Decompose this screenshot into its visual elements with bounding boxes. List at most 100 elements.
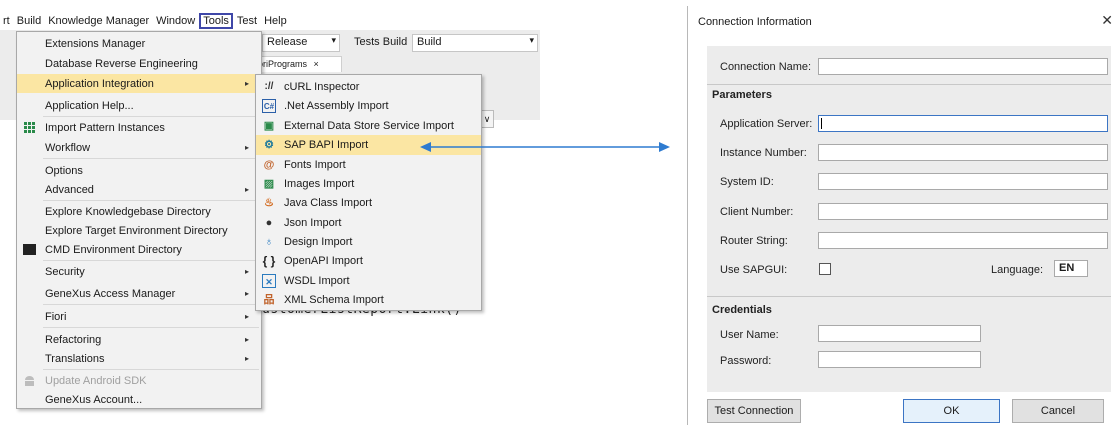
- system-id-field[interactable]: [818, 173, 1108, 190]
- router-string-label: Router String:: [720, 235, 788, 247]
- tools-menu: Extensions Manager Database Reverse Engi…: [16, 31, 262, 409]
- submenu-item-xml-schema-import[interactable]: 品 XML Schema Import: [256, 290, 481, 310]
- submenu-arrow-icon: ▸: [244, 312, 249, 321]
- tests-build-label: Tests Build: [354, 36, 408, 48]
- menu-item-label: Update Android SDK: [45, 374, 147, 387]
- images-icon: ▨: [263, 178, 275, 190]
- build-value: Build: [417, 36, 442, 48]
- menu-item-label: Database Reverse Engineering: [45, 57, 198, 70]
- menu-item-refactoring[interactable]: Refactoring ▸: [17, 330, 261, 349]
- menu-item-genexus-account[interactable]: GeneXus Account...: [17, 390, 261, 409]
- menu-insert[interactable]: rt: [0, 14, 13, 28]
- submenu-item-label: Design Import: [284, 235, 353, 248]
- menu-item-update-android-sdk: Update Android SDK: [17, 371, 261, 390]
- menu-item-label: Explore Knowledgebase Directory: [45, 205, 211, 218]
- group-divider: [707, 84, 1111, 85]
- submenu-item-wsdl-import[interactable]: ✕ WSDL Import: [256, 271, 481, 291]
- datastore-icon: ▣: [263, 120, 275, 132]
- menu-item-workflow[interactable]: Workflow ▸: [17, 138, 261, 157]
- menu-item-security[interactable]: Security ▸: [17, 262, 261, 281]
- openapi-icon: { }: [262, 254, 276, 268]
- menu-item-label: Security: [45, 265, 85, 278]
- double-arrow-connector: [420, 142, 670, 152]
- text-caret: [821, 118, 822, 129]
- menu-item-label: Fiori: [45, 310, 67, 323]
- menu-separator: [43, 116, 259, 117]
- cancel-button[interactable]: Cancel: [1012, 399, 1104, 423]
- menu-window[interactable]: Window: [153, 14, 198, 28]
- sap-bapi-icon: ⚙: [264, 139, 274, 151]
- menu-item-advanced[interactable]: Advanced ▸: [17, 180, 261, 199]
- submenu-item-external-data-store-service-import[interactable]: ▣ External Data Store Service Import: [256, 116, 481, 136]
- button-label: Cancel: [1040, 405, 1076, 417]
- menu-test[interactable]: Test: [234, 14, 260, 28]
- menu-item-application-help[interactable]: Application Help...: [17, 96, 261, 115]
- menu-build[interactable]: Build: [14, 14, 44, 28]
- menu-item-genexus-access-manager[interactable]: GeneXus Access Manager ▸: [17, 284, 261, 303]
- menu-item-database-reverse-engineering[interactable]: Database Reverse Engineering: [17, 54, 261, 73]
- button-label: Test Connection: [714, 405, 794, 417]
- submenu-item-curl-inspector[interactable]: :// cURL Inspector: [256, 77, 481, 97]
- user-name-label: User Name:: [720, 329, 779, 341]
- submenu-item-label: WSDL Import: [284, 274, 350, 287]
- menu-item-label: GeneXus Account...: [45, 393, 143, 406]
- configuration-select[interactable]: Release ▾: [262, 34, 340, 52]
- menu-item-translations[interactable]: Translations ▸: [17, 349, 261, 368]
- submenu-item-fonts-import[interactable]: @ Fonts Import: [256, 155, 481, 175]
- client-number-field[interactable]: [818, 203, 1108, 220]
- menu-item-explore-target-environment-directory[interactable]: Explore Target Environment Directory: [17, 221, 261, 240]
- submenu-item-images-import[interactable]: ▨ Images Import: [256, 174, 481, 194]
- user-name-field[interactable]: [818, 325, 981, 342]
- instance-number-field[interactable]: [818, 144, 1108, 161]
- menu-item-explore-knowledgebase-directory[interactable]: Explore Knowledgebase Directory: [17, 202, 261, 221]
- ok-button[interactable]: OK: [903, 399, 1000, 423]
- csharp-icon: C#: [262, 99, 276, 113]
- menu-item-application-integration[interactable]: Application Integration ▸: [17, 74, 261, 93]
- submenu-arrow-icon: ▸: [244, 79, 249, 88]
- router-string-field[interactable]: [818, 232, 1108, 249]
- build-select[interactable]: Build ▾: [412, 34, 538, 52]
- connection-name-field[interactable]: [818, 58, 1108, 75]
- application-server-label: Application Server:: [720, 118, 813, 130]
- submenu-item-java-class-import[interactable]: ♨ Java Class Import: [256, 193, 481, 213]
- submenu-item-openapi-import[interactable]: { } OpenAPI Import: [256, 251, 481, 271]
- submenu-arrow-icon: ▸: [244, 289, 249, 298]
- android-icon: [25, 376, 34, 386]
- password-field[interactable]: [818, 351, 981, 368]
- pattern-grid-icon: [24, 122, 35, 133]
- menu-item-import-pattern-instances[interactable]: Import Pattern Instances: [17, 118, 261, 137]
- fonts-icon: @: [263, 159, 275, 171]
- close-icon[interactable]: ×: [314, 59, 319, 69]
- submenu-item-label: .Net Assembly Import: [284, 99, 389, 112]
- use-sapgui-checkbox[interactable]: [819, 263, 831, 275]
- menu-separator: [43, 260, 259, 261]
- application-server-field[interactable]: [818, 115, 1108, 132]
- menu-bar: rt Build Knowledge Manager Window Tools …: [0, 12, 291, 30]
- menu-item-label: Options: [45, 164, 83, 177]
- submenu-item-net-assembly-import[interactable]: C# .Net Assembly Import: [256, 96, 481, 116]
- close-icon[interactable]: ✕: [1101, 12, 1113, 29]
- connection-name-label: Connection Name:: [720, 61, 812, 73]
- menu-tools[interactable]: Tools: [199, 13, 233, 29]
- language-field[interactable]: EN: [1054, 260, 1088, 277]
- menu-item-extensions-manager[interactable]: Extensions Manager: [17, 34, 261, 53]
- menu-item-cmd-environment-directory[interactable]: CMD Environment Directory: [17, 240, 261, 259]
- menu-item-fiori[interactable]: Fiori ▸: [17, 307, 261, 326]
- menu-item-options[interactable]: Options: [17, 161, 261, 180]
- submenu-arrow-icon: ▸: [244, 267, 249, 276]
- submenu-item-design-import[interactable]: ♁ Design Import: [256, 232, 481, 252]
- instance-number-label: Instance Number:: [720, 147, 807, 159]
- menu-separator: [43, 304, 259, 305]
- scroll-down-icon[interactable]: ∨: [480, 110, 494, 128]
- dialog-body: Connection Name: Parameters Application …: [707, 46, 1111, 392]
- submenu-item-json-import[interactable]: ● Json Import: [256, 213, 481, 233]
- menu-item-label: Refactoring: [45, 333, 102, 346]
- xml-schema-icon: 品: [263, 294, 275, 306]
- application-integration-submenu: :// cURL Inspector C# .Net Assembly Impo…: [255, 74, 482, 311]
- menu-item-label: CMD Environment Directory: [45, 243, 182, 256]
- submenu-arrow-icon: ▸: [244, 335, 249, 344]
- design-icon: ♁: [264, 236, 274, 248]
- menu-knowledge-manager[interactable]: Knowledge Manager: [45, 14, 152, 28]
- test-connection-button[interactable]: Test Connection: [707, 399, 801, 423]
- menu-help[interactable]: Help: [261, 14, 290, 28]
